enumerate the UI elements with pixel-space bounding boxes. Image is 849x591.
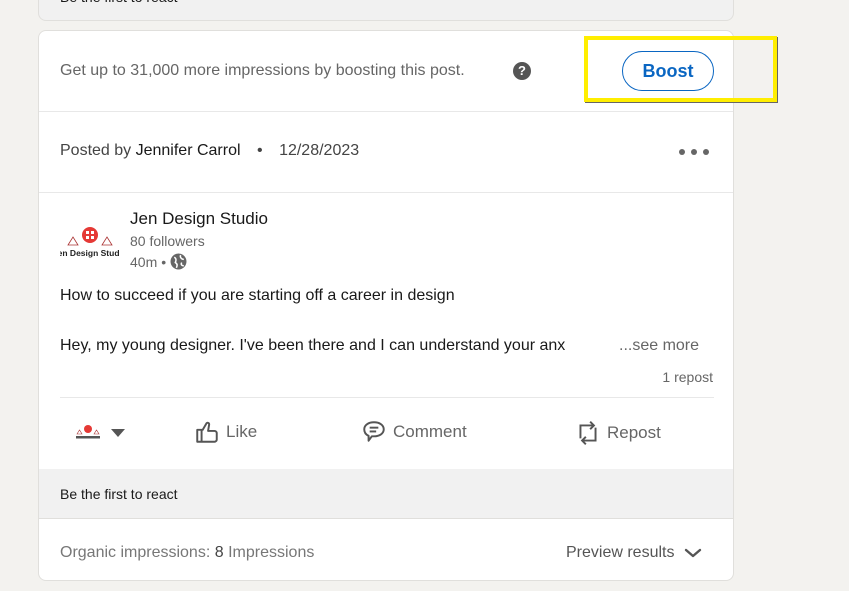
- globe-icon: [170, 253, 187, 270]
- reaction-prompt: Be the first to react: [60, 486, 178, 502]
- post-author[interactable]: Jennifer Carrol: [136, 142, 241, 159]
- post-title: How to succeed if you are starting off a…: [60, 287, 455, 304]
- preview-results-label: Preview results: [566, 544, 675, 561]
- previous-reaction-prompt: Be the first to react: [60, 0, 178, 5]
- posted-by-label: Posted by: [60, 142, 132, 159]
- separator-dot: •: [257, 142, 263, 159]
- like-button[interactable]: Like: [194, 419, 257, 445]
- posted-by-row: Posted by Jennifer Carrol • 12/28/2023: [39, 112, 733, 193]
- social-actions: Like Comment Repost: [39, 409, 733, 459]
- organization-logo[interactable]: Jen Design Studio: [60, 223, 120, 263]
- divider: [60, 397, 714, 398]
- logo-text: Jen Design Studio: [60, 248, 120, 258]
- boost-message: Get up to 31,000 more impressions by boo…: [60, 62, 465, 79]
- post-date: 12/28/2023: [279, 142, 360, 159]
- organization-name[interactable]: Jen Design Studio: [130, 209, 268, 229]
- previous-post-card: Be the first to react: [38, 0, 734, 21]
- post-age-separator: •: [161, 253, 167, 270]
- question-circle-icon[interactable]: ?: [513, 62, 531, 80]
- preview-results-button[interactable]: Preview results: [566, 544, 702, 562]
- comment-icon: [363, 421, 385, 442]
- post-body: Hey, my young designer. I've been there …: [60, 337, 566, 354]
- like-label: Like: [226, 422, 258, 441]
- impressions-row: Organic impressions: 8 Impressions Previ…: [39, 520, 733, 580]
- repost-count[interactable]: 1 repost: [662, 369, 713, 385]
- boost-banner: Get up to 31,000 more impressions by boo…: [39, 31, 733, 112]
- see-more-link[interactable]: ...see more: [619, 337, 699, 355]
- repost-icon: [579, 421, 597, 445]
- caret-down-icon: [111, 429, 125, 437]
- chevron-down-icon: [685, 548, 702, 558]
- organization-logo-small: [76, 425, 100, 439]
- repost-label: Repost: [607, 423, 661, 442]
- impressions-count: 8: [214, 544, 224, 561]
- comment-label: Comment: [393, 422, 467, 441]
- impressions-label: Organic impressions:: [60, 544, 211, 561]
- impressions-unit: Impressions: [228, 544, 315, 561]
- thumbs-up-icon: [196, 421, 218, 443]
- boost-button[interactable]: Boost: [622, 51, 714, 91]
- post-card: Get up to 31,000 more impressions by boo…: [38, 30, 734, 581]
- repost-button[interactable]: Repost: [575, 419, 661, 447]
- post-age: 40m •: [130, 253, 187, 270]
- actor-switcher[interactable]: [73, 423, 125, 443]
- comment-button[interactable]: Comment: [361, 419, 467, 445]
- posted-by: Posted by Jennifer Carrol • 12/28/2023: [60, 142, 359, 160]
- post-age-value: 40m: [130, 253, 158, 270]
- follower-count: 80 followers: [130, 233, 205, 249]
- ellipsis-icon[interactable]: [679, 142, 709, 162]
- organic-impressions: Organic impressions: 8 Impressions: [60, 544, 314, 562]
- reactions-bar: Be the first to react: [39, 469, 733, 519]
